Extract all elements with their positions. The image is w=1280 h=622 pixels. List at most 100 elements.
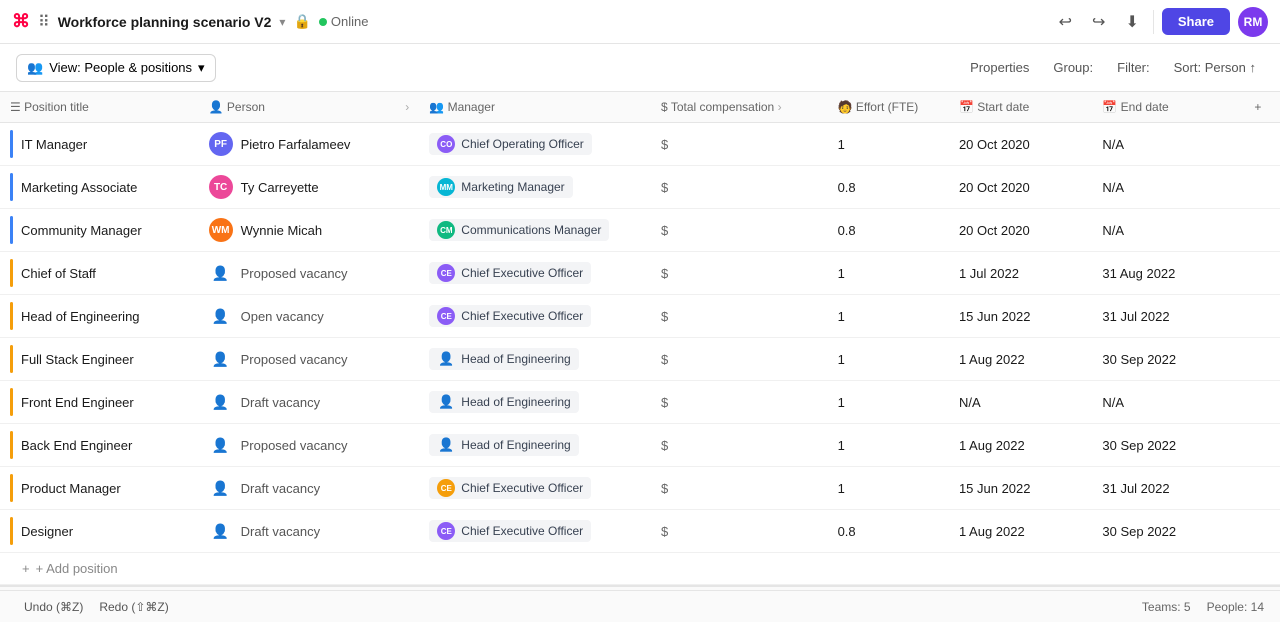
table-row: Chief of Staff👤Proposed vacancyCEChief E… <box>0 252 1280 295</box>
col-add[interactable]: + <box>1236 92 1280 123</box>
table-container: ☰ Position title 👤 Person › 👥 Manager $ … <box>0 92 1280 590</box>
table-row: Designer👤Draft vacancyCEChief Executive … <box>0 510 1280 553</box>
row-actions <box>1236 510 1280 553</box>
redo-button[interactable]: ↪ <box>1086 8 1111 36</box>
grid-icon: ⠿ <box>38 12 50 32</box>
effort-cell: 0.8 <box>828 209 949 252</box>
position-cell: Marketing Associate <box>0 166 199 209</box>
manager-cell: COChief Operating Officer <box>419 123 651 166</box>
compensation-cell: $ <box>651 338 828 381</box>
user-avatar[interactable]: RM <box>1238 7 1268 37</box>
person-cell: WMWynnie Micah <box>199 209 420 252</box>
download-button[interactable]: ⬇ <box>1119 8 1144 36</box>
position-title: IT Manager <box>21 137 87 152</box>
col-comp-arrow[interactable]: › <box>778 100 782 114</box>
page-title: Workforce planning scenario V2 <box>58 14 272 30</box>
col-manager: 👥 Manager <box>419 92 651 123</box>
table-row: Full Stack Engineer👤Proposed vacancy👤Hea… <box>0 338 1280 381</box>
row-actions <box>1236 295 1280 338</box>
position-title: Community Manager <box>21 223 142 238</box>
effort-cell: 0.8 <box>828 166 949 209</box>
startdate-cell: 1 Jul 2022 <box>949 252 1092 295</box>
endcalendar-icon: 📅 <box>1102 100 1120 114</box>
effort-cell: 1 <box>828 338 949 381</box>
statusbar-right: Teams: 5 People: 14 <box>1142 600 1264 614</box>
person-cell: PFPietro Farfalameev <box>199 123 420 166</box>
online-dot <box>319 18 327 26</box>
enddate-cell: 31 Jul 2022 <box>1092 295 1235 338</box>
title-chevron-icon[interactable]: ▾ <box>279 15 285 29</box>
add-position-row[interactable]: + + Add position <box>0 553 1280 585</box>
col-effort: 🧑 Effort (FTE) <box>828 92 949 123</box>
startdate-cell: 20 Oct 2020 <box>949 166 1092 209</box>
position-title: Chief of Staff <box>21 266 96 281</box>
redo-statusbar[interactable]: Redo (⇧⌘Z) <box>91 596 176 618</box>
vacancy-icon: 👤 <box>209 347 233 371</box>
row-actions <box>1236 209 1280 252</box>
vacancy-label: Draft vacancy <box>241 395 320 410</box>
effort-cell: 1 <box>828 123 949 166</box>
vacancy-icon: 👤 <box>209 519 233 543</box>
effort-cell: 0.8 <box>828 510 949 553</box>
col-position: ☰ Position title <box>0 92 199 123</box>
view-selector[interactable]: 👥 View: People & positions ▾ <box>16 54 216 82</box>
undo-button[interactable]: ↩ <box>1053 8 1078 36</box>
manager-cell: CMCommunications Manager <box>419 209 651 252</box>
dollar-icon: $ <box>661 100 671 114</box>
vacancy-label: Proposed vacancy <box>241 438 348 453</box>
add-label: + Add position <box>36 561 118 576</box>
table-row: Front End Engineer👤Draft vacancy👤Head of… <box>0 381 1280 424</box>
sort-button[interactable]: Sort: Person ↑ <box>1166 56 1264 79</box>
compensation-cell: $ <box>651 209 828 252</box>
table-row: Marketing AssociateTCTy CarreyetteMMMark… <box>0 166 1280 209</box>
position-title: Back End Engineer <box>21 438 132 453</box>
col-person-expand[interactable]: › <box>405 100 409 114</box>
position-cell: Chief of Staff <box>0 252 199 295</box>
col-compensation: $ Total compensation › <box>651 92 828 123</box>
person-cell: 👤Draft vacancy <box>199 381 420 424</box>
startdate-cell: 20 Oct 2020 <box>949 123 1092 166</box>
startdate-cell: 1 Aug 2022 <box>949 510 1092 553</box>
row-actions <box>1236 166 1280 209</box>
lock-icon: 🔒 <box>293 13 310 30</box>
compensation-cell: $ <box>651 381 828 424</box>
position-cell: Community Manager <box>0 209 199 252</box>
statusbar: Undo (⌘Z) Redo (⇧⌘Z) Teams: 5 People: 14 <box>0 590 1280 622</box>
position-title: Full Stack Engineer <box>21 352 134 367</box>
manager-cell: 👤Head of Engineering <box>419 424 651 467</box>
position-title: Product Manager <box>21 481 121 496</box>
vacancy-icon: 👤 <box>209 261 233 285</box>
manager-cell: CEChief Executive Officer <box>419 467 651 510</box>
share-button[interactable]: Share <box>1162 8 1230 35</box>
position-cell: Front End Engineer <box>0 381 199 424</box>
compensation-cell: $ <box>651 424 828 467</box>
position-title: Designer <box>21 524 73 539</box>
table-row: Product Manager👤Draft vacancyCEChief Exe… <box>0 467 1280 510</box>
row-actions <box>1236 424 1280 467</box>
col-startdate: 📅 Start date <box>949 92 1092 123</box>
table-body: IT Manager PFPietro FarfalameevCOChief Op… <box>0 123 1280 553</box>
properties-button[interactable]: Properties <box>962 56 1037 79</box>
compensation-cell: $ <box>651 510 828 553</box>
enddate-cell: N/A <box>1092 209 1235 252</box>
vacancy-icon: 👤 <box>209 433 233 457</box>
person-name: Wynnie Micah <box>241 223 323 238</box>
enddate-cell: N/A <box>1092 381 1235 424</box>
position-cell: Head of Engineering <box>0 295 199 338</box>
position-title: Front End Engineer <box>21 395 134 410</box>
enddate-cell: 31 Jul 2022 <box>1092 467 1235 510</box>
manager-cell: 👤Head of Engineering <box>419 338 651 381</box>
compensation-cell: $ <box>651 166 828 209</box>
manager-cell: CEChief Executive Officer <box>419 295 651 338</box>
manager-vacancy-icon: 👤 <box>437 393 455 411</box>
col-person: 👤 Person › <box>199 92 420 123</box>
group-button[interactable]: Group: <box>1045 56 1101 79</box>
people-count: People: 14 <box>1207 600 1264 614</box>
undo-statusbar[interactable]: Undo (⌘Z) <box>16 596 91 618</box>
effort-cell: 1 <box>828 381 949 424</box>
filter-button[interactable]: Filter: <box>1109 56 1158 79</box>
effort-icon: 🧑 <box>838 100 856 114</box>
vacancy-label: Open vacancy <box>241 309 324 324</box>
positions-table: ☰ Position title 👤 Person › 👥 Manager $ … <box>0 92 1280 553</box>
vacancy-label: Proposed vacancy <box>241 266 348 281</box>
